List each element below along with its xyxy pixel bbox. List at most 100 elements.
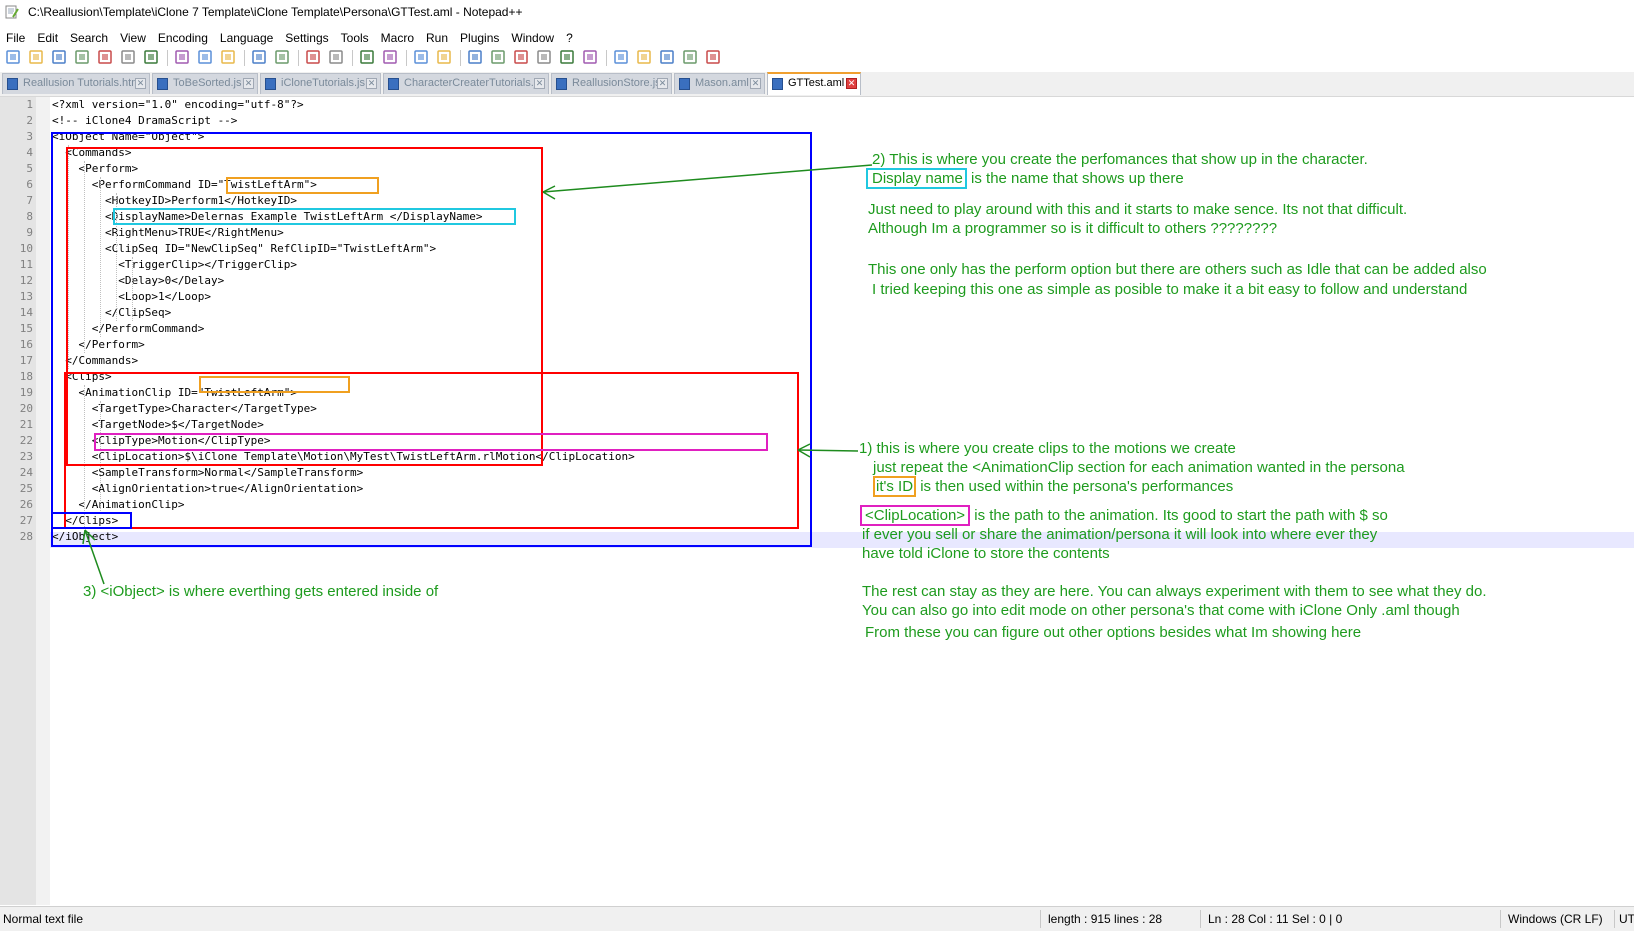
indent-guide-icon[interactable] — [512, 48, 530, 66]
tab-gttest[interactable]: GTTest.aml ✕ — [767, 72, 861, 95]
tab-charactercreatertutorials[interactable]: CharacterCreaterTutorials.js ✕ — [383, 73, 549, 94]
open-file-icon[interactable] — [27, 48, 45, 66]
saved-file-icon — [772, 78, 783, 90]
status-eol: Windows (CR LF) — [1508, 912, 1603, 926]
note-1-line-1: 1) this is where you create clips to the… — [859, 440, 1236, 457]
note-2-paragraph-2: Just need to play around with this and i… — [868, 201, 1407, 238]
close-tab-icon[interactable]: ✕ — [657, 78, 668, 89]
menu-plugins[interactable]: Plugins — [454, 28, 505, 46]
note-2-line-2-rest: is the name that shows up there — [966, 170, 1184, 187]
tab-mason[interactable]: Mason.aml ✕ — [674, 73, 765, 94]
toolbar — [0, 46, 1634, 70]
tab-iclonetutorials[interactable]: iCloneTutorials.js ✕ — [260, 73, 381, 94]
close-tab-icon[interactable]: ✕ — [750, 78, 761, 89]
rest-note: The rest can stay as they are here. You … — [862, 583, 1487, 642]
note-2-p3-line-1: This one only has the perform option but… — [868, 261, 1487, 278]
tab-label: Reallusion Tutorials.html — [23, 77, 143, 89]
toolbar-separator — [167, 50, 168, 66]
menu-edit[interactable]: Edit — [31, 28, 64, 46]
close-icon[interactable] — [96, 48, 114, 66]
saved-file-icon — [157, 78, 168, 90]
redo-icon[interactable] — [273, 48, 291, 66]
tab-reallusion-tutorials[interactable]: Reallusion Tutorials.html ✕ — [2, 73, 150, 94]
word-wrap-icon[interactable] — [466, 48, 484, 66]
menu-file[interactable]: File — [0, 28, 31, 46]
zoom-in-icon[interactable] — [358, 48, 376, 66]
menu-window[interactable]: Window — [505, 28, 560, 46]
saved-file-icon — [556, 78, 567, 90]
menu-help[interactable]: ? — [560, 28, 579, 46]
rest-note-line-3: From these you can figure out other opti… — [865, 624, 1362, 641]
show-all-chars-icon[interactable] — [489, 48, 507, 66]
window-title: C:\Reallusion\Template\iClone 7 Template… — [28, 5, 523, 19]
menu-macro[interactable]: Macro — [375, 28, 420, 46]
user-defined-language-icon[interactable] — [535, 48, 553, 66]
cliplocation-note-line-3: have told iClone to store the contents — [862, 545, 1110, 562]
save-all-icon[interactable] — [73, 48, 91, 66]
find-icon[interactable] — [304, 48, 322, 66]
sync-vertical-icon[interactable] — [412, 48, 430, 66]
toolbar-separator — [606, 50, 607, 66]
cliplocation-note-line-1: <ClipLocation> is the path to the animat… — [860, 505, 1388, 526]
note-2: 2) This is where you create the perfoman… — [866, 151, 1368, 189]
tab-label: CharacterCreaterTutorials.js — [404, 77, 542, 89]
new-file-icon[interactable] — [4, 48, 22, 66]
replace-icon[interactable] — [327, 48, 345, 66]
status-divider — [1040, 910, 1041, 928]
close-tab-icon[interactable]: ✕ — [366, 78, 377, 89]
rest-note-line-1: The rest can stay as they are here. You … — [862, 583, 1487, 600]
function-list-icon[interactable] — [581, 48, 599, 66]
menu-bar: File Edit Search View Encoding Language Settin… — [0, 26, 1634, 46]
undo-icon[interactable] — [250, 48, 268, 66]
status-divider — [1200, 910, 1201, 928]
print-icon[interactable] — [142, 48, 160, 66]
note-2-paragraph-3: This one only has the perform option but… — [868, 261, 1487, 299]
save-icon[interactable] — [50, 48, 68, 66]
cliplocation-boxed-label: <ClipLocation> — [860, 505, 971, 526]
cut-icon[interactable] — [173, 48, 191, 66]
zoom-out-icon[interactable] — [381, 48, 399, 66]
cliplocation-note: <ClipLocation> is the path to the animat… — [860, 505, 1388, 563]
tab-label: iCloneTutorials.js — [281, 77, 365, 89]
tab-label: ReallusionStore.js — [572, 77, 661, 89]
paste-icon[interactable] — [219, 48, 237, 66]
status-bar: Normal text file length : 915 lines : 28… — [0, 906, 1634, 931]
status-position: Ln : 28 Col : 11 Sel : 0 | 0 — [1208, 912, 1343, 926]
play-macro-icon[interactable] — [704, 48, 722, 66]
stop-record-icon[interactable] — [681, 48, 699, 66]
toolbar-separator — [460, 50, 461, 66]
copy-icon[interactable] — [196, 48, 214, 66]
menu-encoding[interactable]: Encoding — [152, 28, 214, 46]
record-macro-icon[interactable] — [658, 48, 676, 66]
doc-map-icon[interactable] — [558, 48, 576, 66]
editor-area[interactable]: 1 2 3 4 5 6 7 8 9 10 11 12 13 14 15 16 17 18 19 20 21 22 23 24 2… — [0, 97, 1634, 905]
close-tab-icon[interactable]: ✕ — [135, 78, 146, 89]
close-all-icon[interactable] — [119, 48, 137, 66]
folder-workspace-icon[interactable] — [612, 48, 630, 66]
sync-horizontal-icon[interactable] — [435, 48, 453, 66]
close-tab-icon[interactable]: ✕ — [846, 78, 857, 89]
menu-settings[interactable]: Settings — [279, 28, 334, 46]
note-1-line-2: just repeat the <AnimationClip section f… — [873, 459, 1405, 476]
status-encoding: UT — [1619, 912, 1634, 926]
arrow-to-clips — [797, 449, 859, 452]
status-divider — [1614, 910, 1615, 928]
menu-language[interactable]: Language — [214, 28, 279, 46]
close-tab-icon[interactable]: ✕ — [243, 78, 254, 89]
toolbar-separator — [406, 50, 407, 66]
menu-tools[interactable]: Tools — [335, 28, 375, 46]
menu-run[interactable]: Run — [420, 28, 454, 46]
monitoring-icon[interactable] — [635, 48, 653, 66]
tab-reallusionstore[interactable]: ReallusionStore.js ✕ — [551, 73, 672, 94]
menu-view[interactable]: View — [114, 28, 152, 46]
tab-bar: Reallusion Tutorials.html ✕ ToBeSorted.j… — [0, 72, 1634, 97]
note-2-p2-line-1: Just need to play around with this and i… — [868, 201, 1408, 218]
note-3: 3) <iObject> is where everthing gets ent… — [83, 583, 439, 600]
cliplocation-note-line-2: if ever you sell or share the animation/… — [862, 526, 1378, 543]
close-tab-icon[interactable]: ✕ — [534, 78, 545, 89]
menu-search[interactable]: Search — [64, 28, 114, 46]
cliplocation-note-line-1-rest: is the path to the animation. Its good t… — [970, 507, 1388, 524]
saved-file-icon — [388, 78, 399, 90]
status-length-lines: length : 915 lines : 28 — [1048, 912, 1163, 926]
tab-tobesorted[interactable]: ToBeSorted.js ✕ — [152, 73, 258, 94]
